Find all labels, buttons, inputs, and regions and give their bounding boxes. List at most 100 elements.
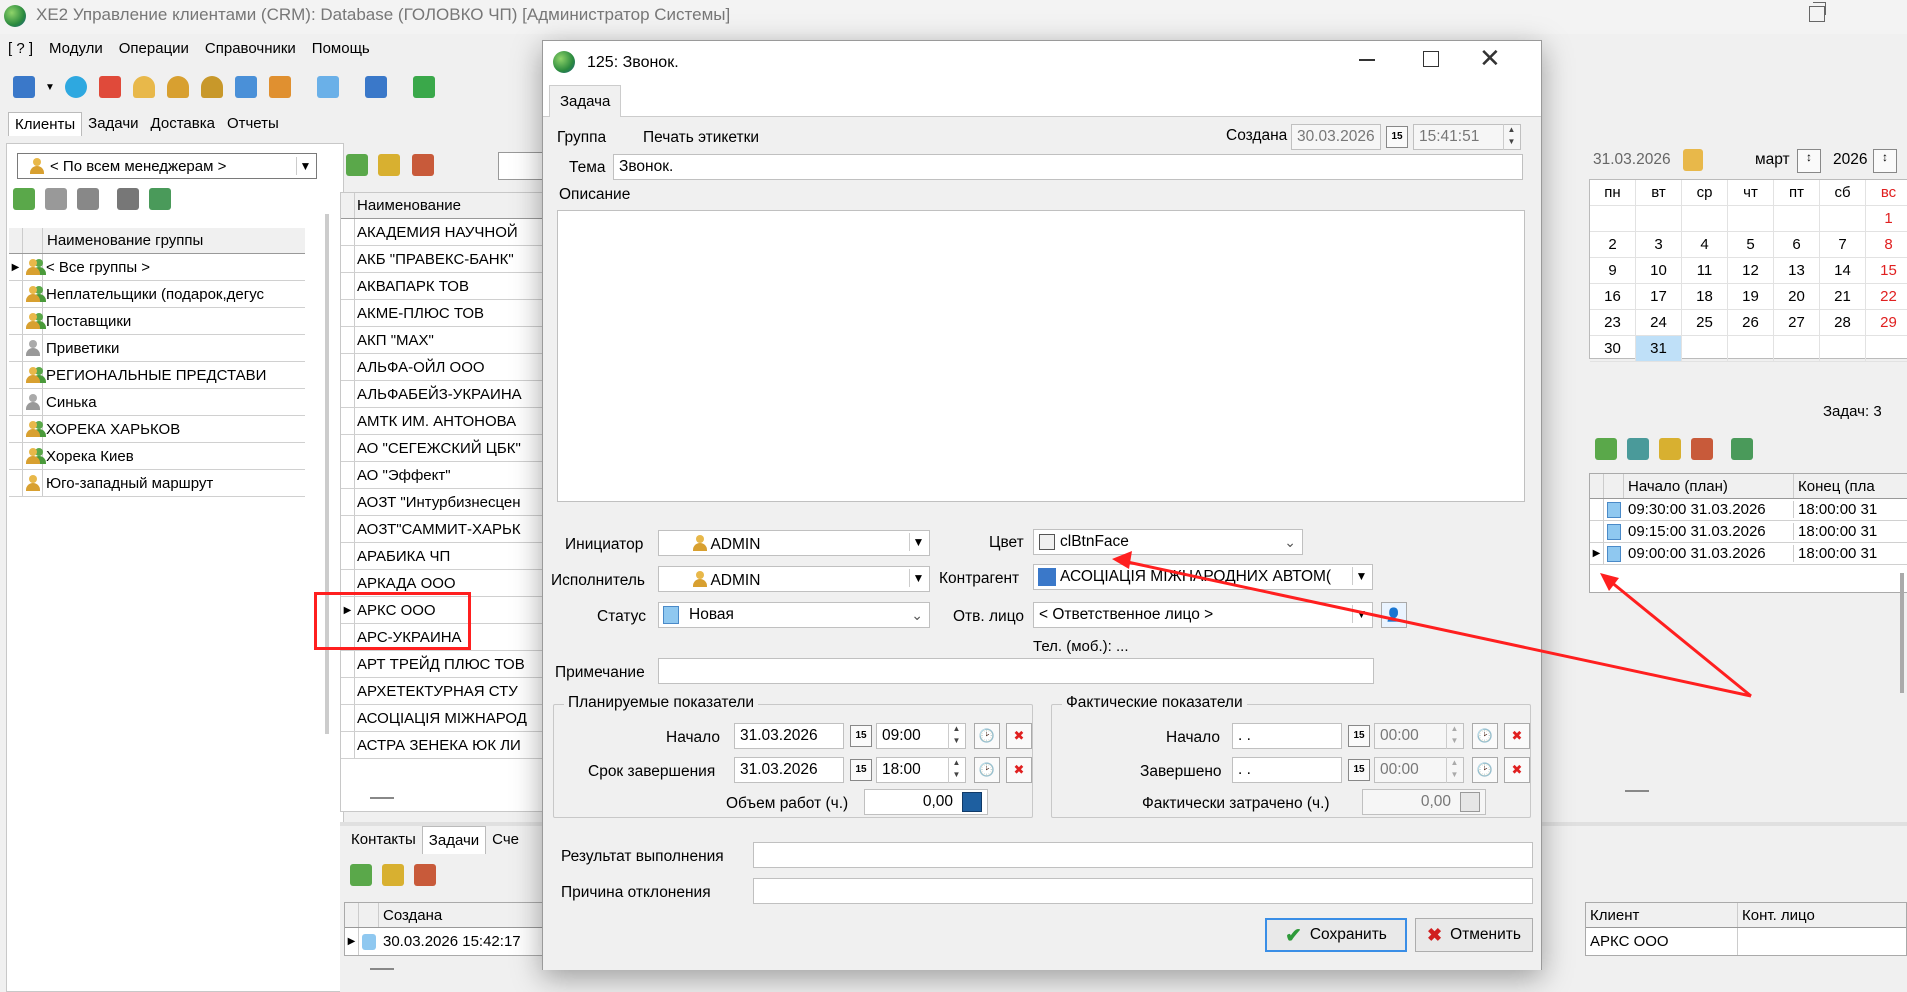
menu-item-3[interactable]: Справочники [197, 38, 304, 57]
calendar-day[interactable]: 2 [1590, 232, 1636, 258]
calendar-day[interactable]: 31 [1636, 336, 1682, 362]
list-item[interactable]: Хорека Киев [9, 443, 305, 470]
month-calendar[interactable]: пн вт ср чт пт сб вс 1 2 3 4 5 6 7 8 9 10 11 12 13 14 15 16 17 1… [1589, 179, 1907, 362]
chevron-down-icon[interactable]: ▼ [909, 533, 927, 551]
user-tools-icon[interactable] [164, 73, 192, 101]
table-row[interactable]: АЛЬФАБЕЙЗ-УКРАИНА [341, 381, 549, 408]
chevron-down-icon[interactable]: ▼ [909, 569, 927, 587]
users-icon[interactable] [198, 73, 226, 101]
menu-item-0[interactable]: [ ? ] [0, 38, 41, 57]
list-item[interactable]: Юго-западный маршрут [9, 470, 305, 497]
tab-details-1[interactable]: Задачи [421, 826, 487, 854]
table-row[interactable]: АСТРА ЗЕНЕКА ЮК ЛИ [341, 732, 549, 759]
list-item[interactable]: ХОРЕКА ХАРЬКОВ [9, 416, 305, 443]
calendar-day[interactable]: 18 [1682, 284, 1728, 310]
calendar-day[interactable]: 25 [1682, 310, 1728, 336]
tab-details-0[interactable]: Контакты [345, 826, 422, 854]
chevron-down-icon[interactable]: ⌄ [911, 603, 923, 627]
table-row[interactable]: АОЗТ "Интурбизнесцен [341, 489, 549, 516]
list-item[interactable]: Неплательщики (подарок,дегус [9, 281, 305, 308]
table-row[interactable]: АКП "MAX" [341, 327, 549, 354]
clear-date-icon[interactable]: ✖ [1504, 723, 1530, 749]
calendar-day[interactable]: 29 [1866, 310, 1907, 336]
table-row[interactable]: АОЗТ"САММИТ-ХАРЬК [341, 516, 549, 543]
save-button[interactable]: ✔ Сохранить [1265, 918, 1407, 952]
calendar-day[interactable]: 21 [1820, 284, 1866, 310]
year-spin-icon[interactable]: ↕ [1873, 149, 1897, 173]
calendar-day[interactable]: 20 [1774, 284, 1820, 310]
restore-window-icon[interactable] [1809, 2, 1826, 22]
color-select[interactable]: clBtnFace ⌄ [1033, 529, 1303, 555]
clear-date-icon[interactable]: ✖ [1006, 757, 1032, 783]
calendar-day[interactable]: 17 [1636, 284, 1682, 310]
set-now-icon[interactable]: 🕑 [974, 757, 1000, 783]
chevron-down-icon[interactable]: ▼ [1352, 605, 1370, 623]
calendar-day[interactable]: 3 [1636, 232, 1682, 258]
calendar-day[interactable]: 8 [1866, 232, 1907, 258]
calendar-icon[interactable]: 15 [1348, 725, 1370, 747]
delete-client-icon[interactable] [412, 154, 434, 176]
calendar-icon[interactable]: 15 [850, 725, 872, 747]
tab-left-0[interactable]: Клиенты [8, 112, 83, 136]
building-icon[interactable] [362, 73, 390, 101]
chat-icon[interactable] [62, 73, 90, 101]
table-row[interactable]: АКМЕ-ПЛЮС ТОВ [341, 300, 549, 327]
tab-left-3[interactable]: Отчеты [221, 112, 285, 136]
edit-client-icon[interactable] [378, 154, 400, 176]
calendar-day[interactable]: 10 [1636, 258, 1682, 284]
manager-filter-select[interactable]: < По всем менеджерам > ▼ [17, 153, 317, 179]
contragent-select[interactable]: АСОЦІАЦІЯ МІЖНАРОДНИХ АВТОМ( ▼ [1033, 564, 1373, 590]
list-item[interactable]: Синька [9, 389, 305, 416]
calendar-day[interactable]: 26 [1728, 310, 1774, 336]
maximize-icon[interactable] [1423, 51, 1439, 67]
vertical-splitter[interactable] [325, 214, 329, 734]
initiator-select[interactable]: ADMIN ▼ [658, 530, 930, 556]
spin-icon[interactable]: ▲ ▼ [948, 723, 964, 749]
clear-date-icon[interactable]: ✖ [1006, 723, 1032, 749]
stop-icon[interactable] [96, 73, 124, 101]
delete-task-icon[interactable] [414, 864, 436, 886]
tab-task[interactable]: Задача [549, 85, 622, 117]
calendar-icon[interactable]: 15 [850, 759, 872, 781]
clear-date-icon[interactable]: ✖ [1504, 757, 1530, 783]
chevron-down-icon[interactable]: ▼ [296, 157, 314, 175]
calendar-day[interactable]: 27 [1774, 310, 1820, 336]
menu-item-2[interactable]: Операции [111, 38, 197, 57]
calendar-day[interactable]: 9 [1590, 258, 1636, 284]
list-item[interactable]: Поставщики [9, 308, 305, 335]
calendar-day[interactable]: 6 [1774, 232, 1820, 258]
calendar-day[interactable]: 7 [1820, 232, 1866, 258]
windows-icon[interactable] [232, 73, 260, 101]
refresh-group-icon[interactable] [149, 188, 171, 210]
calendar-day[interactable]: 19 [1728, 284, 1774, 310]
exit-icon[interactable] [410, 73, 438, 101]
contact-card-icon[interactable]: 👤 [1381, 602, 1407, 628]
calendar-day[interactable]: 15 [1866, 258, 1907, 284]
calendar-day[interactable]: 13 [1774, 258, 1820, 284]
calendar-icon[interactable] [1683, 149, 1703, 171]
set-now-icon[interactable]: 🕑 [974, 723, 1000, 749]
table-row[interactable]: АРТ ТРЕЙД ПЛЮС ТОВ [341, 651, 549, 678]
calendar-day[interactable]: 23 [1590, 310, 1636, 336]
close-icon[interactable]: ✕ [1479, 43, 1501, 74]
table-row[interactable]: АМТК ИМ. АНТОНОВА [341, 408, 549, 435]
calculator-icon[interactable] [962, 792, 982, 812]
add-client-icon[interactable] [346, 154, 368, 176]
calendar-day[interactable]: 24 [1636, 310, 1682, 336]
calendar-day[interactable]: 11 [1682, 258, 1728, 284]
calendar-day[interactable]: 22 [1866, 284, 1907, 310]
description-textarea[interactable] [557, 210, 1525, 502]
result-input[interactable] [753, 842, 1533, 868]
planned-end-date[interactable]: 31.03.2026 [734, 757, 844, 783]
tab-left-2[interactable]: Доставка [145, 112, 221, 136]
note-input[interactable] [658, 658, 1374, 684]
executor-select[interactable]: ADMIN ▼ [658, 566, 930, 592]
table-row[interactable]: ▶ 09:00:00 31.03.2026 18:00:00 31 [1590, 543, 1907, 565]
reason-input[interactable] [753, 878, 1533, 904]
calendar-day[interactable]: 14 [1820, 258, 1866, 284]
table-row[interactable]: АО "СЕГЕЖСКИЙ ЦБК" [341, 435, 549, 462]
delete-task-icon[interactable] [1691, 438, 1713, 460]
month-spin-icon[interactable]: ↕ [1797, 149, 1821, 173]
status-select[interactable]: Новая ⌄ [658, 602, 930, 628]
chevron-down-icon[interactable]: ▼ [1352, 567, 1370, 585]
